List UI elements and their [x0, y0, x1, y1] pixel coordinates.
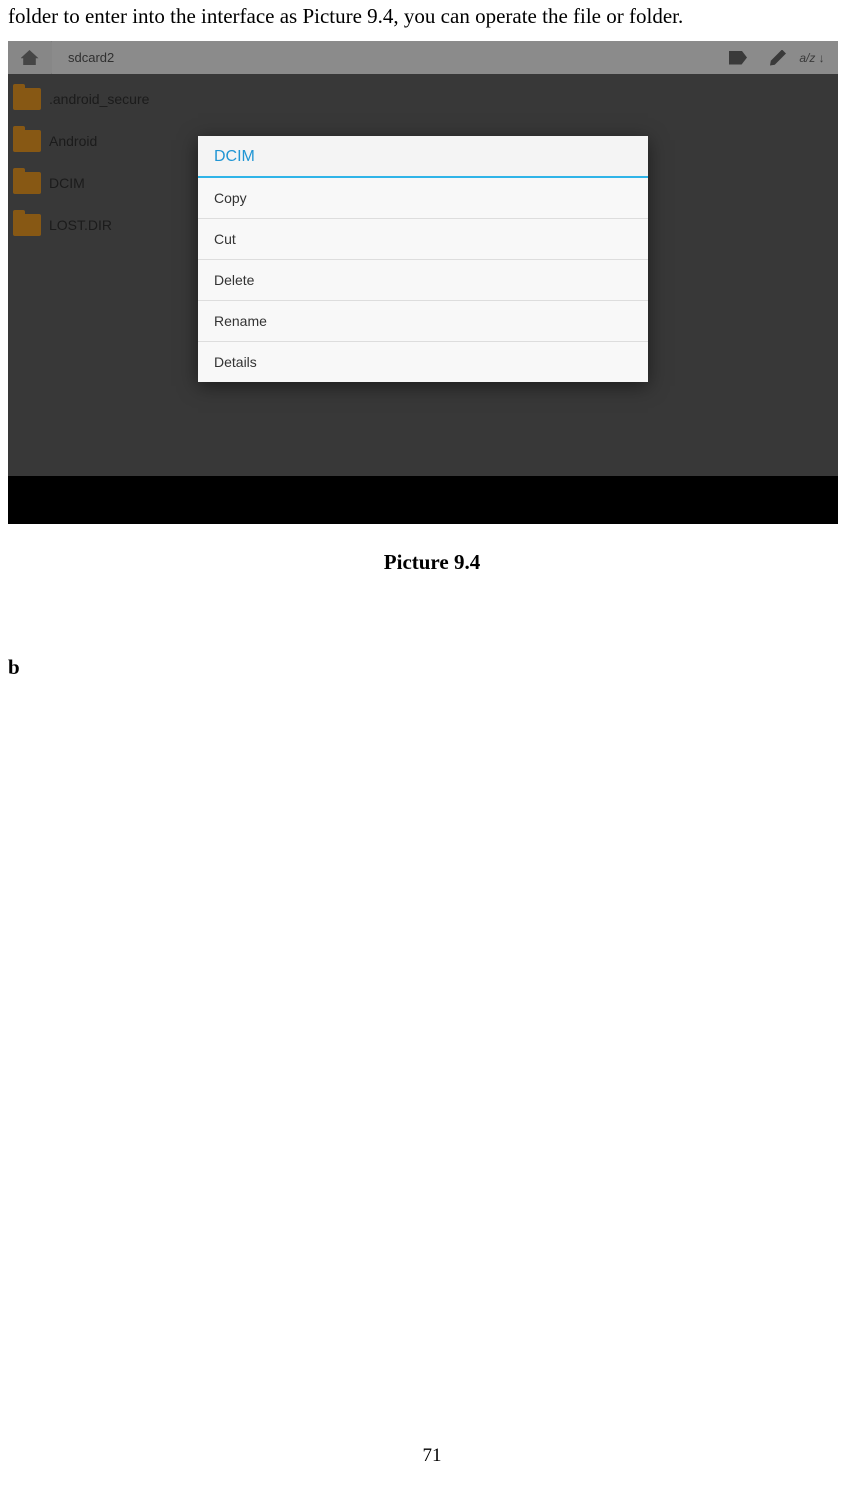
- figure-caption: Picture 9.4: [0, 550, 864, 575]
- popup-title: DCIM: [198, 136, 648, 178]
- context-menu-popup: DCIM Copy Cut Delete Rename Details: [198, 136, 648, 382]
- intro-text: folder to enter into the interface as Pi…: [0, 0, 864, 41]
- menu-item-rename[interactable]: Rename: [198, 301, 648, 342]
- page-number: 71: [0, 1445, 864, 1467]
- section-marker-b: b: [0, 655, 864, 680]
- screenshot-figure: sdcard2 a/z ↓ .android_secure Android DC…: [8, 41, 838, 524]
- menu-item-cut[interactable]: Cut: [198, 219, 648, 260]
- menu-item-details[interactable]: Details: [198, 342, 648, 382]
- file-manager-app: sdcard2 a/z ↓ .android_secure Android DC…: [8, 41, 838, 476]
- menu-item-copy[interactable]: Copy: [198, 178, 648, 219]
- menu-item-delete[interactable]: Delete: [198, 260, 648, 301]
